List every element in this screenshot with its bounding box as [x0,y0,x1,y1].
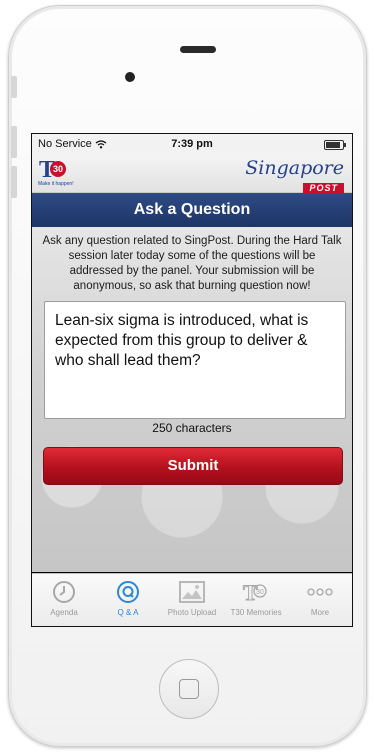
t30-logo-tagline: Make it happen! [38,181,74,187]
front-camera [125,72,135,82]
intro-text: Ask any question related to SingPost. Du… [42,235,342,292]
tab-q-and-a-label: Q & A [117,608,139,617]
singapore-post-logo-post: POST [303,183,344,193]
tab-agenda[interactable]: Agenda [32,574,96,626]
q-circle-icon [117,581,139,603]
photo-icon [179,581,205,603]
brand-header: T 30 Make it happen! Singapore POST [32,154,352,193]
tab-more[interactable]: More [288,574,352,626]
t30-logo-number: 30 [50,161,66,177]
clock-icon [53,581,75,603]
question-form: Ask any question related to SingPost. Du… [32,227,352,572]
tab-q-and-a[interactable]: Q & A [96,574,160,626]
mute-switch [11,76,17,98]
singapore-post-logo-script: Singapore [245,157,344,179]
battery-icon [324,140,346,150]
tab-bar: Agenda Q & A Photo Upload T 30 T30 Memor… [32,573,352,626]
t30-logo: T 30 Make it happen! [38,157,74,189]
app-screen: No Service 7:39 pm T 30 Make it happen! … [31,133,353,627]
svg-text:30: 30 [256,589,264,596]
earpiece-speaker [180,46,216,53]
home-button[interactable] [159,659,219,719]
tab-t30-memories[interactable]: T 30 T30 Memories [224,574,288,626]
tab-agenda-label: Agenda [50,608,78,617]
more-dots-icon [307,588,333,596]
status-time: 7:39 pm [171,138,213,150]
status-bar: No Service 7:39 pm [32,134,352,154]
singapore-post-logo: Singapore POST [245,158,344,196]
tab-photo-upload-label: Photo Upload [167,608,217,617]
t30-icon: T 30 [243,580,267,604]
tab-more-label: More [310,608,330,617]
tab-photo-upload[interactable]: Photo Upload [160,574,224,626]
volume-up-button [11,126,17,158]
submit-button[interactable]: Submit [43,447,343,485]
character-counter: 250 characters [152,421,232,435]
volume-down-button [11,166,17,198]
page-title: Ask a Question [32,193,352,227]
question-input[interactable]: Lean-six sigma is introduced, what is ex… [44,301,346,419]
tab-t30-memories-label: T30 Memories [230,608,282,617]
